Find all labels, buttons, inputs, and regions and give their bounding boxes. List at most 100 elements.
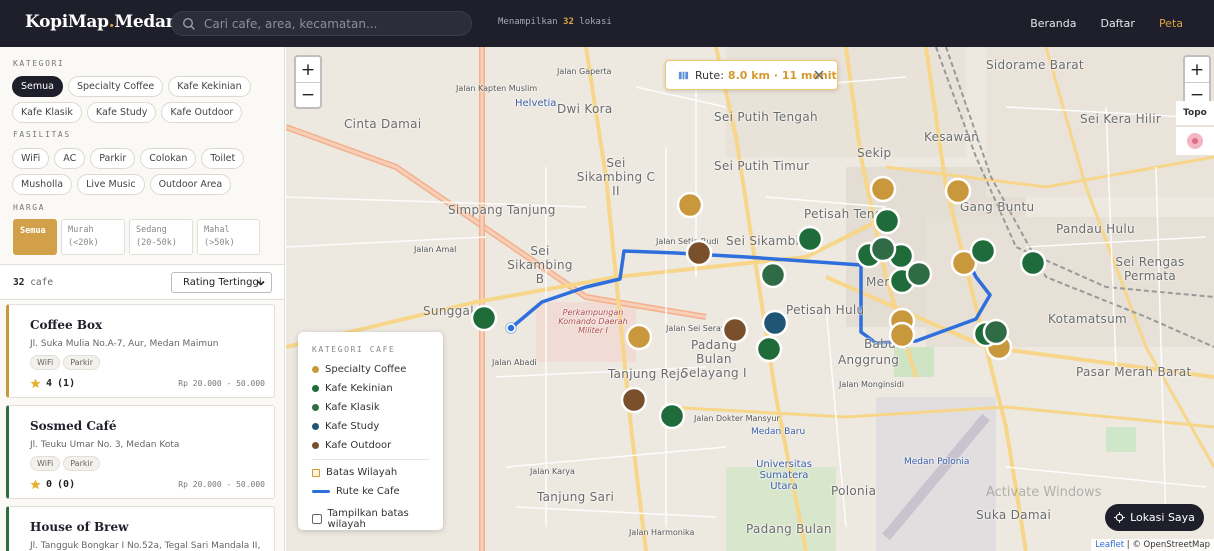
chip-musholla[interactable]: Musholla xyxy=(12,174,73,195)
zoom-in-button-right[interactable]: + xyxy=(1185,57,1209,82)
cafe-address: Jl. Suka Mulia No.A-7, Aur, Medan Maimun xyxy=(30,339,219,349)
legend-divider xyxy=(312,459,429,460)
chip-outdoor-area[interactable]: Outdoor Area xyxy=(149,174,232,195)
legend-label: Rute ke Cafe xyxy=(336,486,400,497)
cafe-tag: WiFi xyxy=(30,355,61,370)
main-nav: Beranda Daftar Peta xyxy=(1030,0,1214,47)
boundary-checkbox[interactable] xyxy=(312,514,322,524)
cafe-rating: 4 (1) xyxy=(30,378,75,389)
cafe-tags: WiFi Parkir xyxy=(30,456,101,471)
chip-kategori-semua[interactable]: Semua xyxy=(12,76,63,97)
top-navbar: KopiMap.Medan Menampilkan 32 lokasi Bera… xyxy=(0,0,1214,47)
cafe-marker-study[interactable] xyxy=(761,309,789,337)
nav-beranda[interactable]: Beranda xyxy=(1030,17,1076,30)
cafe-marker-klasik[interactable] xyxy=(905,260,933,288)
nav-daftar[interactable]: Daftar xyxy=(1100,17,1134,30)
cafe-marker-klasik[interactable] xyxy=(982,318,1010,346)
cafe-marker-outdoor[interactable] xyxy=(685,239,713,267)
map-legend: KATEGORI CAFE Specialty Coffee Kafe Keki… xyxy=(298,332,443,530)
cafe-marker-specialty[interactable] xyxy=(944,177,972,205)
cafe-card[interactable]: Coffee Box Jl. Suka Mulia No.A-7, Aur, M… xyxy=(6,304,275,398)
fasilitas-chips: WiFi AC Parkir Colokan Toilet Musholla L… xyxy=(12,148,277,195)
chip-kafe-outdoor[interactable]: Kafe Outdoor xyxy=(161,102,243,123)
showing-count: 32 xyxy=(563,17,574,27)
boundary-toggle[interactable]: Tampilkan batas wilayah xyxy=(312,508,443,530)
cafe-price: Rp 20.000 - 50.000 xyxy=(178,379,265,388)
map-attribution: Leaflet | © OpenStreetMap xyxy=(1091,539,1214,551)
sort-select[interactable]: Rating Tertinggi xyxy=(171,272,272,293)
cafe-marker-kekinian[interactable] xyxy=(1019,249,1047,277)
showing-suffix: lokasi xyxy=(579,17,612,27)
rating-count: (0) xyxy=(57,479,76,490)
cafe-marker-kekinian[interactable] xyxy=(796,225,824,253)
chip-toilet[interactable]: Toilet xyxy=(201,148,245,169)
cafe-address: Jl. Teuku Umar No. 3, Medan Kota xyxy=(30,440,180,450)
nav-peta[interactable]: Peta xyxy=(1159,17,1183,30)
price-mahal[interactable]: Mahal (>50k) xyxy=(197,219,260,255)
osm-credit: | © OpenStreetMap xyxy=(1126,540,1210,550)
sort-value: Rating Tertinggi xyxy=(183,277,262,288)
zoom-out-button[interactable]: − xyxy=(296,82,320,107)
flower-icon xyxy=(1187,133,1203,149)
leaflet-link[interactable]: Leaflet xyxy=(1095,540,1124,550)
layer-icon[interactable] xyxy=(1176,127,1214,155)
legend-dot xyxy=(312,423,319,430)
harga-options: Semua Murah (<20k) Sedang (20-50k) Mahal (>… xyxy=(13,219,260,255)
map-view[interactable]: Dwi Kora Cinta Damai Sei Putih Tengah Se… xyxy=(286,47,1214,551)
chip-specialty-coffee[interactable]: Specialty Coffee xyxy=(67,76,164,97)
chip-kafe-kekinian[interactable]: Kafe Kekinian xyxy=(168,76,251,97)
price-sedang[interactable]: Sedang (20-50k) xyxy=(129,219,193,255)
chevron-down-icon xyxy=(257,280,265,286)
price-semua[interactable]: Semua xyxy=(13,219,57,255)
locate-me-button[interactable]: Lokasi Saya xyxy=(1105,504,1204,531)
price-murah-sub: (<20k) xyxy=(68,238,99,248)
search-bar[interactable] xyxy=(171,11,472,36)
search-input[interactable] xyxy=(204,16,454,31)
cafe-marker-klasik[interactable] xyxy=(869,235,897,263)
price-sedang-label: Sedang xyxy=(136,225,167,235)
cafe-name: Coffee Box xyxy=(30,318,103,332)
boundary-swatch xyxy=(312,468,320,477)
price-murah[interactable]: Murah (<20k) xyxy=(61,219,125,255)
rating-count: (1) xyxy=(57,378,76,389)
cafe-marker-outdoor[interactable] xyxy=(721,316,749,344)
list-header: 32 cafe Rating Tertinggi xyxy=(0,264,284,300)
cafe-card[interactable]: Sosmed Café Jl. Teuku Umar No. 3, Medan … xyxy=(6,405,275,499)
legend-dot xyxy=(312,366,319,373)
cafe-name: House of Brew xyxy=(30,520,129,534)
chip-kafe-study[interactable]: Kafe Study xyxy=(86,102,157,123)
legend-label: Batas Wilayah xyxy=(326,467,398,478)
cafe-price: Rp 20.000 - 50.000 xyxy=(178,480,265,489)
chip-ac[interactable]: AC xyxy=(54,148,86,169)
cafe-marker-kekinian[interactable] xyxy=(658,402,686,430)
cafe-marker-klasik[interactable] xyxy=(759,261,787,289)
cafe-marker-kekinian[interactable] xyxy=(470,304,498,332)
cafe-marker-kekinian[interactable] xyxy=(873,207,901,235)
legend-item: Kafe Kekinian xyxy=(312,383,393,394)
cafe-marker-kekinian[interactable] xyxy=(969,237,997,265)
cafe-address: Jl. Tangguk Bongkar I No.52a, Tegal Sari… xyxy=(30,541,261,551)
cafe-count-unit: cafe xyxy=(30,277,54,288)
price-murah-label: Murah xyxy=(68,225,94,235)
chip-parkir[interactable]: Parkir xyxy=(90,148,136,169)
chip-live-music[interactable]: Live Music xyxy=(77,174,145,195)
cafe-card[interactable]: House of Brew Jl. Tangguk Bongkar I No.5… xyxy=(6,506,275,551)
cafe-marker-specialty[interactable] xyxy=(676,191,704,219)
cafe-marker-specialty[interactable] xyxy=(888,321,916,349)
result-summary: Menampilkan 32 lokasi xyxy=(498,17,612,27)
brand-logo[interactable]: KopiMap.Medan xyxy=(25,12,178,32)
layer-topo-toggle[interactable]: Topo xyxy=(1176,101,1214,125)
cafe-marker-specialty[interactable] xyxy=(869,175,897,203)
zoom-in-button[interactable]: + xyxy=(296,57,320,82)
chip-colokan[interactable]: Colokan xyxy=(140,148,197,169)
cafe-marker-kekinian[interactable] xyxy=(755,335,783,363)
chip-kafe-klasik[interactable]: Kafe Klasik xyxy=(12,102,82,123)
cafe-marker-specialty[interactable] xyxy=(625,323,653,351)
harga-label: HARGA xyxy=(13,203,46,212)
chip-wifi[interactable]: WiFi xyxy=(12,148,50,169)
legend-item: Kafe Outdoor xyxy=(312,440,391,451)
rating-value: 0 xyxy=(46,479,53,490)
cafe-marker-outdoor[interactable] xyxy=(620,386,648,414)
close-icon[interactable] xyxy=(813,69,825,81)
cafe-tag: Parkir xyxy=(63,355,101,370)
